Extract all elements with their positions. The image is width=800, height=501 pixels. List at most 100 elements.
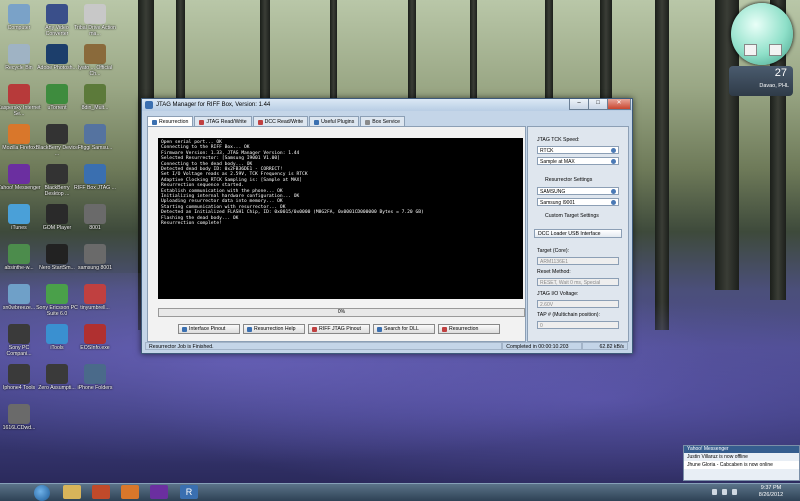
- tab-icon: [314, 119, 320, 125]
- computer-icon: [8, 4, 30, 24]
- messenger-notification[interactable]: Yahoo! Messenger Justin Villaruz is now …: [683, 445, 800, 481]
- resurrection-pane: Open serial port... OK Connecting to the …: [147, 126, 526, 342]
- shortcut-icon: [84, 84, 106, 104]
- custom-target-checkbox[interactable]: Custom Target Settings: [545, 213, 599, 219]
- desktop-icon[interactable]: EOSInfo.exe: [73, 324, 117, 351]
- taskbar-clock[interactable]: 9:37 PM 8/26/2012: [748, 485, 794, 499]
- dropdown-icon: [611, 200, 616, 205]
- button-icon: [312, 326, 317, 332]
- button-label: Resurrection: [449, 326, 479, 332]
- desktop-icon[interactable]: Tribal Drive Action ma...: [73, 4, 117, 37]
- gadget-button[interactable]: [769, 44, 782, 56]
- weather-gadget[interactable]: 27 Davao, PHL: [729, 66, 793, 96]
- button-label: Resurrection Help: [254, 326, 296, 332]
- shortcut-icon: [84, 124, 106, 144]
- media-player-icon[interactable]: [92, 485, 110, 499]
- search-for-dll-button[interactable]: Search for DLL: [373, 324, 435, 334]
- itunes-icon: [8, 204, 30, 224]
- sampling-select[interactable]: Sample at MAX: [537, 157, 619, 165]
- desktop-icon-label: EOSInfo.exe: [80, 345, 110, 351]
- notification-line: Jhune Gloria - Cabcaben is now online: [684, 461, 799, 469]
- desktop-icon[interactable]: iPhone Folders: [73, 364, 117, 391]
- app-icon: [145, 101, 153, 109]
- gadget-button[interactable]: [744, 44, 757, 56]
- model-select[interactable]: Samsung I9001: [537, 198, 619, 206]
- start-button[interactable]: [34, 485, 50, 501]
- sony-pc-companion-icon: [8, 324, 30, 344]
- desktop-icon-label: 8001: [89, 225, 101, 231]
- shortcut-icon: [84, 4, 106, 24]
- desktop-icon[interactable]: 8001: [73, 204, 117, 231]
- tab-bar: Resurrection JTAG Read/Write DCC Read/Writ…: [147, 116, 406, 127]
- tab-icon: [152, 119, 157, 125]
- window-title: JTAG Manager for RIFF Box, Version: 1.44: [156, 102, 271, 108]
- button-label: Interface Pinout: [189, 326, 226, 332]
- log-console: Open serial port... OK Connecting to the …: [158, 138, 523, 299]
- kaspersky-icon: [8, 84, 30, 104]
- io-voltage-label: JTAG I/O Voltage:: [537, 291, 579, 297]
- weather-temperature: 27: [774, 67, 787, 79]
- yahoo-messenger-icon: [8, 164, 30, 184]
- desktop-icon[interactable]: Ffiggi Samsu...: [73, 124, 117, 151]
- reset-method-field: RESET, Wait 0 ms, Special: [537, 278, 619, 286]
- desktop-icon[interactable]: RIFF Box JTAG ...: [73, 164, 117, 191]
- tab-icon: [257, 119, 263, 125]
- notification-line: Justin Villaruz is now offline: [687, 454, 748, 460]
- shortcut-icon: [8, 404, 30, 424]
- network-icon[interactable]: [722, 489, 727, 495]
- dropdown-icon: [611, 148, 616, 153]
- tinyumbrella-icon: [84, 284, 106, 304]
- weather-city: Davao, PHL: [759, 83, 789, 89]
- riff-jtag-pinout-button[interactable]: RIFF JTAG Pinout: [308, 324, 370, 334]
- explorer-icon[interactable]: [63, 485, 81, 499]
- shortcut-icon: [84, 204, 106, 224]
- dropdown-icon: [611, 159, 616, 164]
- window-titlebar[interactable]: JTAG Manager for RIFF Box, Version: 1.44: [142, 99, 632, 111]
- close-button[interactable]: ✕: [607, 99, 631, 110]
- taskbar: R 9:37 PM 8/26/2012: [0, 483, 800, 501]
- desktop-icon-label: Ffiggi Samsu...: [77, 145, 113, 151]
- clock-date: 8/26/2012: [758, 492, 784, 498]
- vendor-select[interactable]: SAMSUNG: [537, 187, 619, 195]
- firefox-taskbar-icon[interactable]: [121, 485, 139, 499]
- desktop-icon[interactable]: tinyumbrell...: [73, 284, 117, 311]
- dropdown-icon: [611, 189, 616, 194]
- clock-gadget[interactable]: [731, 3, 793, 65]
- desktop-icon[interactable]: Iyato ... Official Ch...: [73, 44, 117, 77]
- volume-icon[interactable]: [732, 489, 737, 495]
- tab-icon: [199, 119, 205, 125]
- status-speed: 62.82 kB/s: [582, 342, 628, 350]
- action-buttons: Interface Pinout Resurrection Help RIFF JT…: [178, 324, 500, 334]
- tck-speed-select[interactable]: RTCK: [537, 146, 619, 154]
- button-icon: [182, 326, 187, 332]
- photoshop-icon: [46, 44, 68, 64]
- folder-icon: [84, 364, 106, 384]
- progress-bar: 0%: [158, 308, 525, 317]
- resurrection-button[interactable]: Resurrection: [438, 324, 500, 334]
- yahoo-messenger-taskbar-icon[interactable]: [150, 485, 168, 499]
- desktop-icon[interactable]: 8din_Mult...: [73, 84, 117, 111]
- interface-pinout-button[interactable]: Interface Pinout: [178, 324, 240, 334]
- utorrent-icon: [46, 84, 68, 104]
- desktop-icon-label: 1616LCDwd...: [2, 425, 36, 431]
- io-voltage-field: 2.60V: [537, 300, 619, 308]
- tray-icon[interactable]: [712, 489, 717, 495]
- maximize-button[interactable]: □: [588, 99, 608, 110]
- minimize-button[interactable]: –: [569, 99, 589, 110]
- button-label: Search for DLL: [384, 326, 419, 332]
- tap-label: TAP # (Multichain position):: [537, 312, 600, 318]
- resurrection-help-button[interactable]: Resurrection Help: [243, 324, 305, 334]
- shortcut-icon: [84, 244, 106, 264]
- button-label: RIFF JTAG Pinout: [319, 326, 361, 332]
- tck-speed-label: JTAG TCK Speed:: [537, 137, 580, 143]
- snowbreeze-icon: [8, 284, 30, 304]
- desktop-icon[interactable]: samsung 8001: [73, 244, 117, 271]
- settings-panel: JTAG TCK Speed: RTCK Sample at MAX Resur…: [527, 126, 629, 342]
- desktop-icon-label: Iyato ... Official Ch...: [77, 65, 113, 77]
- desktop-icon[interactable]: 1616LCDwd...: [0, 404, 41, 431]
- riff-box-taskbar-icon[interactable]: R: [180, 485, 198, 499]
- tap-field: 0: [537, 321, 619, 329]
- blackberry-icon: [46, 164, 68, 184]
- dcc-loader-button[interactable]: DCC Loader USB Interface: [534, 229, 622, 238]
- tab-icon: [365, 119, 371, 125]
